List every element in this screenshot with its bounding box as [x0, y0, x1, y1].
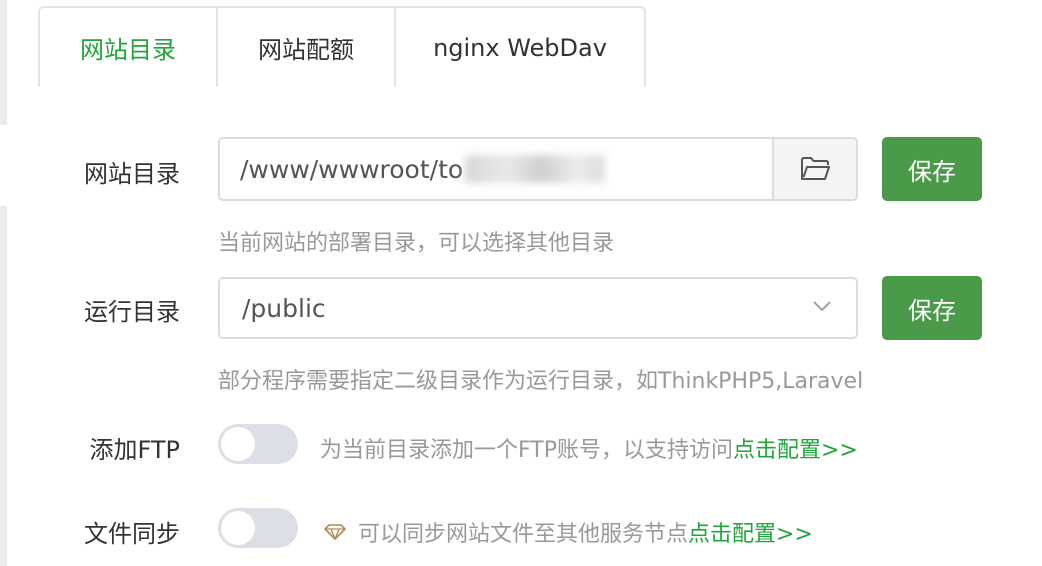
- site-dir-input[interactable]: /www/wwwroot/to: [218, 137, 858, 201]
- folder-icon: [801, 157, 830, 180]
- tab-nginx-webdav[interactable]: nginx WebDav: [396, 8, 644, 87]
- ftp-desc-text: 为当前目录添加一个FTP账号，以支持访问: [320, 438, 733, 463]
- run-dir-label: 运行目录: [84, 298, 180, 326]
- redacted-path: [465, 155, 606, 183]
- tab-bar: 网站目录 网站配额 nginx WebDav: [38, 6, 646, 87]
- tab-site-directory[interactable]: 网站目录: [40, 8, 218, 87]
- ftp-label: 添加FTP: [89, 436, 180, 464]
- ftp-toggle[interactable]: [218, 424, 298, 464]
- toggle-knob: [221, 427, 255, 461]
- site-dir-label: 网站目录: [84, 160, 180, 188]
- browse-folder-button[interactable]: [772, 137, 858, 201]
- left-edge-segment: [0, 0, 7, 125]
- sync-config-link[interactable]: 点击配置>>: [688, 516, 813, 548]
- ftp-description: 为当前目录添加一个FTP账号，以支持访问 点击配置>>: [320, 432, 858, 464]
- chevron-down-icon: [813, 301, 831, 312]
- tab-site-quota[interactable]: 网站配额: [218, 8, 396, 87]
- ftp-config-link[interactable]: 点击配置>>: [733, 432, 858, 464]
- sync-label: 文件同步: [84, 520, 180, 548]
- sync-desc-text: 可以同步网站文件至其他服务节点: [358, 522, 689, 547]
- save-run-dir-button[interactable]: 保存: [882, 276, 982, 340]
- left-edge-segment: [0, 206, 7, 566]
- sync-toggle[interactable]: [218, 508, 298, 548]
- left-edge: [0, 0, 7, 566]
- toggle-knob: [221, 511, 255, 545]
- site-dir-hint: 当前网站的部署目录，可以选择其他目录: [218, 231, 615, 256]
- run-dir-hint: 部分程序需要指定二级目录作为运行目录，如ThinkPHP5,Laravel: [218, 369, 864, 394]
- run-dir-select[interactable]: /public: [218, 277, 858, 339]
- sync-description: 可以同步网站文件至其他服务节点 点击配置>>: [324, 516, 813, 548]
- save-site-dir-button[interactable]: 保存: [882, 137, 982, 201]
- site-dir-value: /www/wwwroot/to: [240, 154, 464, 184]
- run-dir-selected: /public: [242, 293, 326, 323]
- gem-icon: [324, 524, 346, 540]
